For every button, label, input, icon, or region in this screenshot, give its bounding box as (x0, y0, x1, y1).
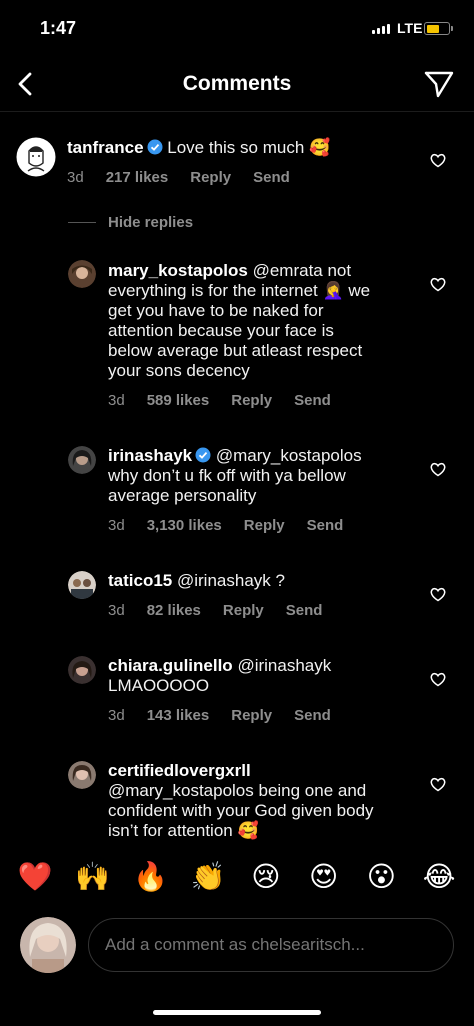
comment-username[interactable]: tanfrance (67, 138, 144, 157)
reply-button[interactable]: Reply (244, 517, 285, 534)
reply-body: mary_kostapolos @emrata not everything i… (108, 261, 418, 381)
reply-text-line: confident with your God given body (108, 801, 374, 820)
direct-send-icon[interactable] (422, 66, 456, 100)
home-indicator (153, 1010, 321, 1015)
reply-button[interactable]: Reply (231, 707, 272, 724)
reply-text-line: everything is for the internet 🤦‍♀️ we (108, 281, 371, 300)
like-heart-icon[interactable] (429, 585, 447, 603)
page-title: Comments (182, 72, 292, 95)
send-button[interactable]: Send (307, 517, 344, 534)
reaction-fire[interactable]: 🔥 (130, 860, 170, 893)
reply-username[interactable]: mary_kostapolos (108, 261, 248, 280)
hide-replies-button[interactable]: Hide replies (108, 214, 193, 231)
verified-badge-icon (195, 447, 211, 463)
reply-text-line: below average but atleast respect (108, 341, 363, 360)
reply-text-line: LMAOOOOO (108, 676, 210, 695)
reply-age: 3d (108, 602, 125, 619)
reply-username[interactable]: chiara.gulinello (108, 656, 233, 675)
my-avatar (20, 917, 76, 973)
signal-strength-icon (372, 24, 390, 34)
reaction-clap[interactable]: 👏 (188, 860, 228, 893)
like-heart-icon[interactable] (429, 670, 447, 688)
reply-text-line: @mary_kostapolos (215, 446, 362, 465)
reply-age: 3d (108, 707, 125, 724)
reply-username[interactable]: tatico15 (108, 571, 172, 590)
reply-text-line: attention because your face is (108, 321, 334, 340)
reply-button[interactable]: Reply (190, 169, 231, 186)
like-heart-icon[interactable] (429, 775, 447, 793)
reply-age: 3d (108, 392, 125, 409)
send-button[interactable]: Send (286, 602, 323, 619)
reply-text-line: get you have to be naked for (108, 301, 324, 320)
reply-text-line: average personality (108, 486, 257, 505)
reply-body: irinashayk @mary_kostapolos why don’t u … (108, 446, 418, 506)
reply-text-line: why don’t u fk off with ya bellow (108, 466, 346, 485)
like-heart-icon[interactable] (429, 460, 447, 478)
reply-likes[interactable]: 143 likes (147, 707, 210, 724)
reply-likes[interactable]: 3,130 likes (147, 517, 222, 534)
reply-username[interactable]: certifiedlovergxrll (108, 761, 251, 780)
reaction-raised-hands[interactable]: 🙌 (73, 860, 113, 893)
like-heart-icon[interactable] (429, 151, 447, 169)
battery-icon (424, 22, 450, 35)
avatar[interactable] (68, 761, 96, 789)
reply-likes[interactable]: 82 likes (147, 602, 201, 619)
reply-text-line: @emrata not (252, 261, 352, 280)
comment-input[interactable] (103, 934, 427, 956)
reaction-laughing[interactable]: 😂 (419, 860, 459, 893)
header-divider (0, 111, 474, 112)
verified-badge-icon (147, 139, 163, 155)
battery-tip (451, 26, 453, 31)
reply-text-line: your sons decency (108, 361, 250, 380)
comment-body: tanfrance Love this so much 🥰 (67, 138, 417, 158)
network-type: LTE (397, 20, 423, 36)
reply-body: tatico15 @irinashayk ? (108, 571, 418, 591)
reply-body: chiara.gulinello @irinashayk LMAOOOOO (108, 656, 418, 696)
hide-replies-line (68, 222, 96, 223)
reply-button[interactable]: Reply (231, 392, 272, 409)
reply-text-line: @irinashayk (237, 656, 332, 675)
avatar[interactable] (68, 656, 96, 684)
like-heart-icon[interactable] (429, 275, 447, 293)
reply-meta: 3d 589 likes Reply Send (108, 392, 331, 409)
reply-button[interactable]: Reply (223, 602, 264, 619)
send-button[interactable]: Send (294, 707, 331, 724)
reaction-heart[interactable]: ❤️ (15, 860, 55, 893)
reply-age: 3d (108, 517, 125, 534)
reply-text-line: @irinashayk ? (176, 571, 285, 590)
comment-text: Love this so much 🥰 (162, 138, 331, 157)
avatar[interactable] (68, 446, 96, 474)
comment-meta: 3d 217 likes Reply Send (67, 169, 290, 186)
reply-meta: 3d 3,130 likes Reply Send (108, 517, 343, 534)
reply-username[interactable]: irinashayk (108, 446, 192, 465)
comment-age: 3d (67, 169, 84, 186)
avatar[interactable] (68, 571, 96, 599)
send-button[interactable]: Send (253, 169, 290, 186)
avatar[interactable] (68, 260, 96, 288)
reply-text-line: @mary_kostapolos being one and (108, 781, 367, 800)
avatar[interactable] (16, 137, 56, 177)
reply-likes[interactable]: 589 likes (147, 392, 210, 409)
quick-reactions: ❤️ 🙌 🔥 👏 😢 😍 😮 😂 (0, 860, 474, 893)
reply-body: certifiedlovergxrll @mary_kostapolos bei… (108, 761, 418, 841)
reaction-surprised[interactable]: 😮 (361, 860, 401, 893)
send-button[interactable]: Send (294, 392, 331, 409)
reply-text-line: isn’t for attention 🥰 (108, 821, 259, 840)
status-time: 1:47 (40, 18, 77, 38)
reply-meta: 3d 143 likes Reply Send (108, 707, 331, 724)
reaction-crying[interactable]: 😢 (246, 860, 286, 893)
reply-meta: 3d 82 likes Reply Send (108, 602, 322, 619)
comment-likes[interactable]: 217 likes (106, 169, 169, 186)
reaction-heart-eyes[interactable]: 😍 (304, 860, 344, 893)
